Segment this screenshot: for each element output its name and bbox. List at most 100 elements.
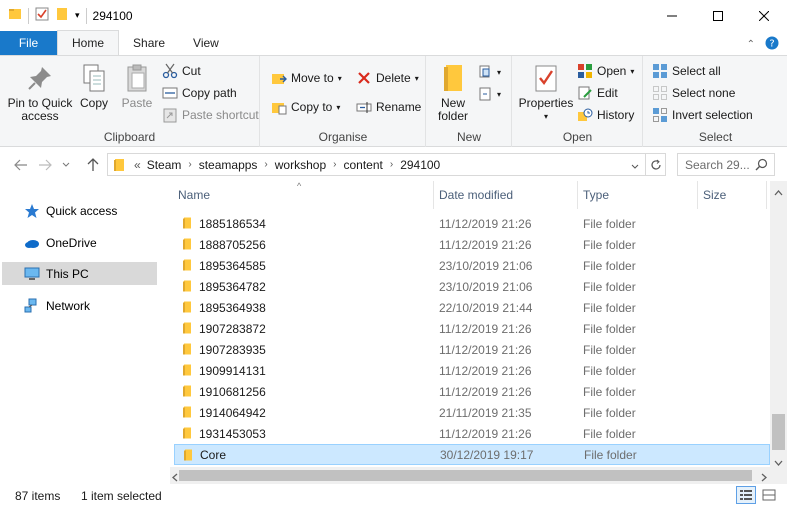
nav-this-pc[interactable]: This PC bbox=[2, 262, 157, 285]
chevron-right-icon[interactable]: › bbox=[333, 159, 336, 170]
file-date-modified: 11/12/2019 21:26 bbox=[439, 321, 532, 336]
nav-network[interactable]: Network bbox=[2, 294, 157, 317]
breadcrumb-content[interactable]: content bbox=[343, 158, 382, 172]
new-folder-quick-icon[interactable] bbox=[55, 7, 69, 24]
close-button[interactable] bbox=[741, 0, 787, 31]
column-header-name[interactable]: Name bbox=[178, 181, 210, 209]
scroll-left-arrow-icon[interactable] bbox=[172, 471, 178, 485]
breadcrumb-steamapps[interactable]: steamapps bbox=[199, 158, 258, 172]
pin-to-quick-access-button[interactable]: Pin to Quick access bbox=[6, 62, 74, 123]
rename-button[interactable]: Rename bbox=[356, 97, 421, 117]
select-none-button[interactable]: Select none bbox=[652, 83, 735, 103]
paste-button[interactable]: Paste bbox=[118, 62, 156, 110]
navigation-pane: Quick access OneDrive This PC Network bbox=[0, 181, 170, 467]
copy-icon bbox=[78, 62, 110, 94]
clipboard-group-label: Clipboard bbox=[103, 130, 156, 144]
paste-shortcut-button[interactable]: Paste shortcut bbox=[162, 105, 259, 125]
horizontal-scrollbar[interactable] bbox=[170, 467, 770, 484]
column-divider[interactable] bbox=[433, 181, 434, 209]
file-row[interactable]: 1895364782 23/10/2019 21:06 File folder bbox=[174, 276, 770, 297]
paste-icon bbox=[121, 62, 153, 94]
invert-selection-button[interactable]: Invert selection bbox=[652, 105, 753, 125]
minimize-button[interactable] bbox=[649, 0, 695, 31]
address-bar[interactable]: « Steam › steamapps › workshop › content… bbox=[107, 153, 666, 176]
recent-locations-chevron-icon[interactable] bbox=[60, 156, 72, 174]
details-view-button[interactable] bbox=[736, 486, 756, 504]
back-arrow-icon[interactable] bbox=[12, 156, 30, 174]
tab-share[interactable]: Share bbox=[119, 31, 179, 55]
file-row[interactable]: 1907283872 11/12/2019 21:26 File folder bbox=[174, 318, 770, 339]
chevron-right-icon[interactable]: › bbox=[390, 159, 393, 170]
help-icon[interactable]: ? bbox=[765, 36, 779, 53]
column-header-date-modified[interactable]: Date modified bbox=[439, 181, 513, 209]
cut-button[interactable]: Cut bbox=[162, 61, 201, 81]
delete-button[interactable]: Delete ▾ bbox=[356, 68, 419, 88]
column-divider[interactable] bbox=[766, 181, 767, 209]
address-dropdown-icon[interactable] bbox=[631, 159, 639, 173]
copy-button[interactable]: Copy bbox=[76, 62, 112, 110]
properties-quick-icon[interactable] bbox=[35, 7, 49, 24]
breadcrumb-overflow[interactable]: « bbox=[134, 158, 141, 172]
large-icons-view-button[interactable] bbox=[759, 486, 779, 504]
breadcrumb-steam[interactable]: Steam bbox=[147, 158, 182, 172]
edit-button[interactable]: Edit bbox=[577, 83, 618, 103]
file-row[interactable]: 1895364938 22/10/2019 21:44 File folder bbox=[174, 297, 770, 318]
folder-icon bbox=[181, 385, 193, 400]
file-row[interactable]: 1914064942 21/11/2019 21:35 File folder bbox=[174, 402, 770, 423]
new-item-button[interactable]: ▾ bbox=[477, 62, 501, 82]
breadcrumb-294100[interactable]: 294100 bbox=[400, 158, 440, 172]
copy-path-icon bbox=[162, 85, 178, 101]
scroll-right-arrow-icon[interactable] bbox=[761, 471, 767, 485]
breadcrumb-workshop[interactable]: workshop bbox=[275, 158, 326, 172]
column-divider[interactable] bbox=[577, 181, 578, 209]
customize-quick-access-icon[interactable]: ▾ bbox=[75, 10, 80, 21]
tab-view[interactable]: View bbox=[179, 31, 233, 55]
file-row[interactable]: 1910681256 11/12/2019 21:26 File folder bbox=[174, 381, 770, 402]
move-to-button[interactable]: Move to ▾ bbox=[271, 68, 342, 88]
chevron-right-icon[interactable]: › bbox=[188, 159, 191, 170]
forward-arrow-icon[interactable] bbox=[36, 156, 54, 174]
column-divider[interactable] bbox=[697, 181, 698, 209]
copy-path-button[interactable]: Copy path bbox=[162, 83, 237, 103]
easy-access-button[interactable]: ▾ bbox=[477, 84, 501, 104]
file-date-modified: 11/12/2019 21:26 bbox=[439, 363, 532, 378]
new-folder-icon bbox=[437, 62, 469, 94]
new-group-label: New bbox=[456, 130, 481, 144]
scroll-up-arrow-icon[interactable] bbox=[774, 185, 783, 199]
column-header-size[interactable]: Size bbox=[703, 181, 726, 209]
dropdown-arrow-icon: ▾ bbox=[497, 67, 502, 77]
file-row[interactable]: Core 30/12/2019 19:17 File folder bbox=[174, 444, 770, 465]
search-icon bbox=[755, 158, 768, 174]
nav-onedrive[interactable]: OneDrive bbox=[2, 231, 157, 254]
maximize-button[interactable] bbox=[695, 0, 741, 31]
collapse-ribbon-icon[interactable]: ⌃ bbox=[747, 39, 755, 50]
vertical-scroll-thumb[interactable] bbox=[772, 414, 785, 450]
file-row[interactable]: 1888705256 11/12/2019 21:26 File folder bbox=[174, 234, 770, 255]
open-button[interactable]: Open ▾ bbox=[577, 61, 634, 81]
file-name: 1931453053 bbox=[199, 426, 266, 441]
refresh-icon[interactable] bbox=[645, 154, 665, 175]
search-input[interactable]: Search 29... bbox=[677, 153, 775, 176]
file-row[interactable]: 1895364585 23/10/2019 21:06 File folder bbox=[174, 255, 770, 276]
copy-to-button[interactable]: Copy to ▾ bbox=[271, 97, 340, 117]
new-folder-button[interactable]: New folder bbox=[433, 62, 473, 123]
tab-file[interactable]: File bbox=[0, 31, 57, 55]
file-list: Name ^ Date modified Type Size 188518653… bbox=[170, 181, 770, 467]
horizontal-scroll-thumb[interactable] bbox=[179, 470, 752, 481]
nav-quick-access[interactable]: Quick access bbox=[2, 199, 157, 222]
select-all-button[interactable]: Select all bbox=[652, 61, 721, 81]
column-header-type[interactable]: Type bbox=[583, 181, 609, 209]
file-row[interactable]: 1909914131 11/12/2019 21:26 File folder bbox=[174, 360, 770, 381]
properties-button[interactable]: Properties ▾ bbox=[516, 62, 576, 123]
up-arrow-icon[interactable] bbox=[84, 156, 102, 174]
file-row[interactable]: 1931453053 11/12/2019 21:26 File folder bbox=[174, 423, 770, 444]
tab-home[interactable]: Home bbox=[57, 30, 120, 55]
file-date-modified: 11/12/2019 21:26 bbox=[439, 237, 532, 252]
file-row[interactable]: 1907283935 11/12/2019 21:26 File folder bbox=[174, 339, 770, 360]
vertical-scrollbar[interactable] bbox=[770, 181, 787, 467]
chevron-right-icon[interactable]: › bbox=[264, 159, 267, 170]
history-button[interactable]: History bbox=[577, 105, 634, 125]
file-row[interactable]: 1885186534 11/12/2019 21:26 File folder bbox=[174, 213, 770, 234]
file-name: 1895364782 bbox=[199, 279, 266, 294]
file-date-modified: 11/12/2019 21:26 bbox=[439, 384, 532, 399]
